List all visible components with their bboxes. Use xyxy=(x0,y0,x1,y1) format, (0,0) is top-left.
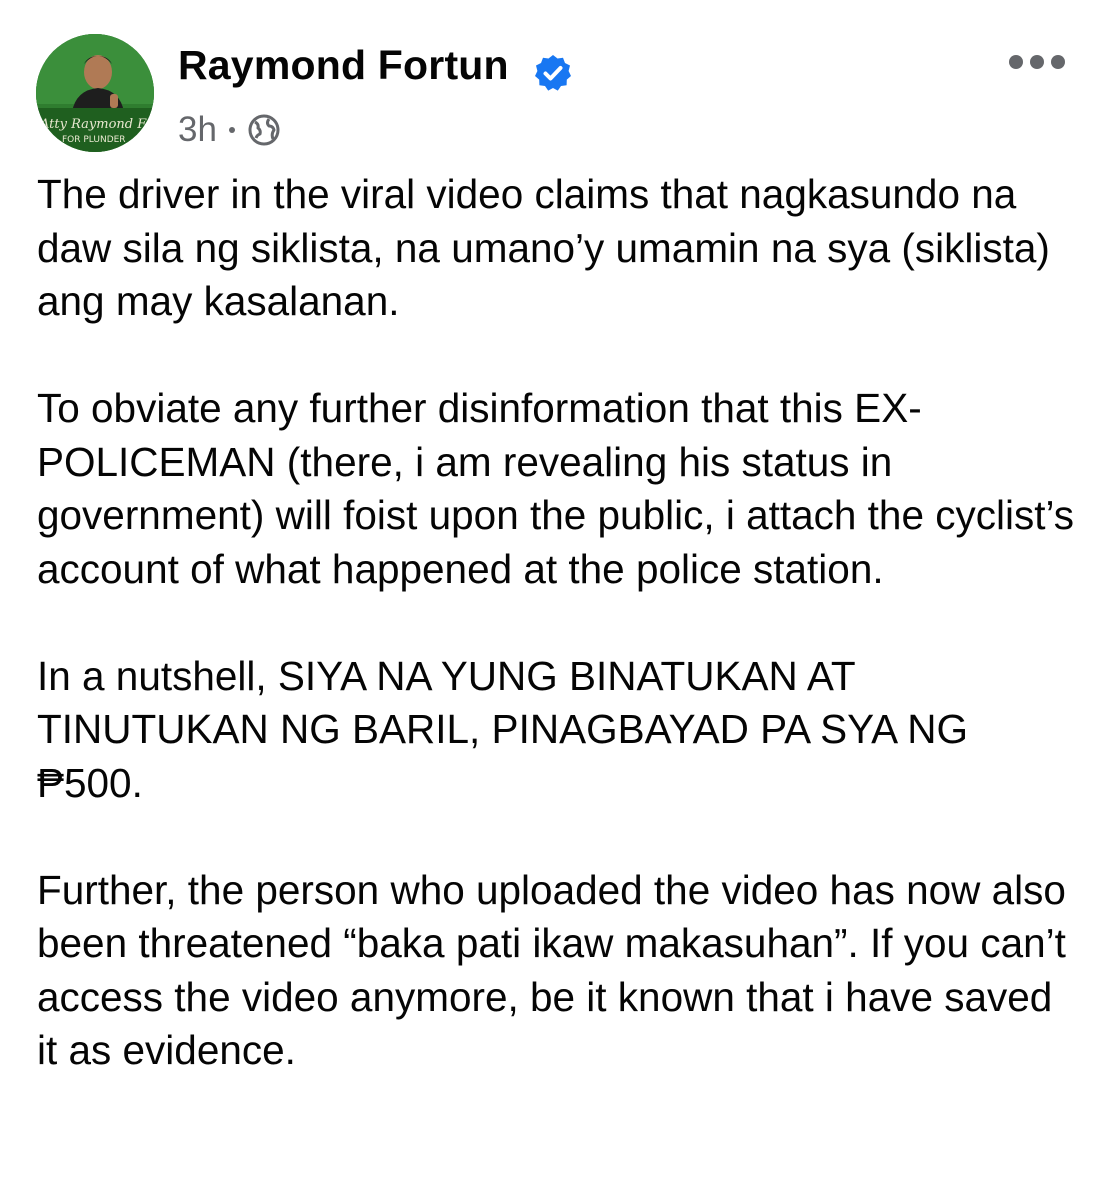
post-paragraph: To obviate any further disinformation th… xyxy=(37,385,1075,592)
post-paragraph: Further, the person who uploaded the vid… xyxy=(37,866,1066,1074)
post-meta: 3h xyxy=(178,108,281,152)
verified-badge-icon xyxy=(535,55,571,91)
facebook-post: Atty Raymond Fortun FOR PLUNDER Raymond … xyxy=(0,0,1103,1200)
avatar-caption-line2: FOR PLUNDER xyxy=(62,135,126,145)
avatar-caption-line1: Atty Raymond Fortun xyxy=(39,117,154,132)
timestamp[interactable]: 3h xyxy=(178,110,217,150)
post-body: The driver in the viral video claims tha… xyxy=(37,168,1077,1078)
avatar[interactable]: Atty Raymond Fortun FOR PLUNDER xyxy=(36,34,154,152)
post-paragraph: In a nutshell, SIYA NA YUNG BINATUKAN AT… xyxy=(37,652,968,806)
separator-dot xyxy=(228,127,235,133)
post-paragraph: The driver in the viral video claims tha… xyxy=(37,171,1050,324)
author-name[interactable]: Raymond Fortun xyxy=(178,42,509,89)
globe-icon[interactable] xyxy=(247,113,281,147)
avatar-image: Atty Raymond Fortun FOR PLUNDER xyxy=(36,34,154,152)
more-options-ellipsis-icon[interactable] xyxy=(1006,44,1068,80)
